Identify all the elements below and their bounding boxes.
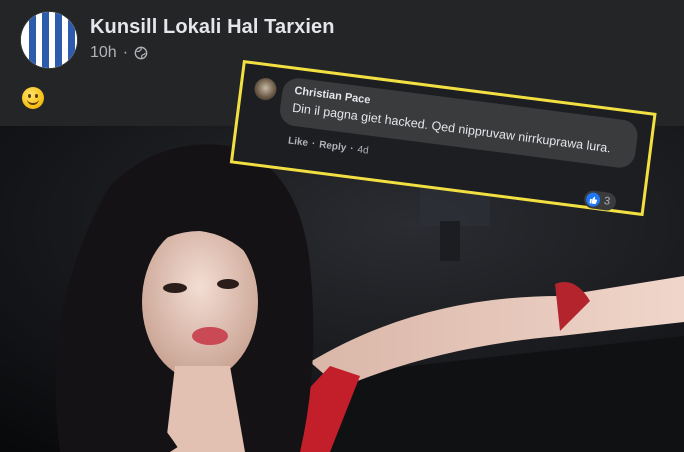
commenter-avatar[interactable] [253, 76, 278, 102]
reply-link[interactable]: Reply [318, 139, 346, 153]
page-avatar[interactable] [21, 12, 77, 68]
comment-reactions[interactable]: 3 [583, 189, 618, 212]
actions-dot: · [349, 143, 355, 155]
globe-icon [134, 46, 148, 60]
avatar-crest-icon [21, 12, 77, 68]
like-icon [585, 191, 601, 208]
actions-dot: · [311, 138, 316, 150]
post-meta: 10h · [90, 44, 148, 62]
reaction-count: 3 [603, 195, 611, 208]
comment-time[interactable]: 4d [357, 144, 369, 156]
post-time[interactable]: 10h [90, 44, 117, 62]
like-link[interactable]: Like [287, 135, 308, 148]
smiling-emoji-icon [22, 87, 44, 109]
page-name[interactable]: Kunsill Lokali Hal Tarxien [90, 16, 335, 39]
comment-actions: Like · Reply · 4d [287, 135, 369, 156]
meta-separator: · [122, 44, 129, 61]
